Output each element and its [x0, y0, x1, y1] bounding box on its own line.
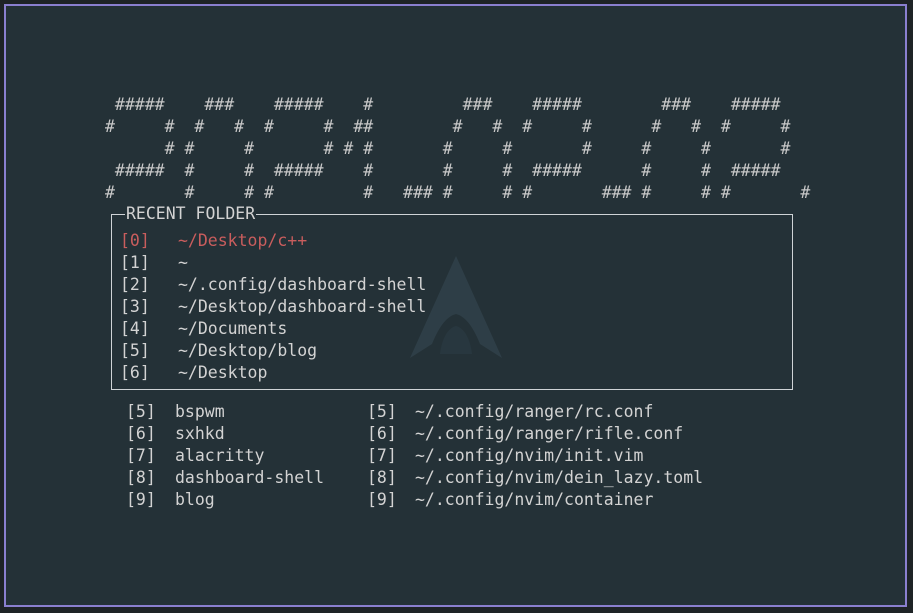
- item-label: ~/.config/nvim/container: [415, 490, 654, 509]
- recent-folder-item[interactable]: [6] ~/Desktop: [120, 362, 426, 384]
- bookmark-item[interactable]: [6] ~/.config/ranger/rifle.conf: [367, 423, 703, 445]
- item-index: [3]: [120, 297, 150, 316]
- banner-line: ##### # # ##### # # # ##### # # #####: [105, 161, 781, 180]
- item-path: ~/Desktop: [178, 363, 268, 382]
- recent-folder-list: [0] ~/Desktop/c++ [1] ~ [2] ~/.config/dashb…: [120, 230, 426, 384]
- item-index: [8]: [367, 468, 397, 487]
- item-index: [2]: [120, 275, 150, 294]
- bookmark-item[interactable]: [8] ~/.config/nvim/dein_lazy.toml: [367, 467, 703, 489]
- item-label: ~/.config/ranger/rifle.conf: [415, 424, 684, 443]
- item-index: [6]: [120, 363, 150, 382]
- item-path: ~/.config/dashboard-shell: [178, 275, 427, 294]
- recent-folder-item[interactable]: [2] ~/.config/dashboard-shell: [120, 274, 426, 296]
- item-index: [1]: [120, 253, 150, 272]
- item-label: ~/.config/nvim/dein_lazy.toml: [415, 468, 704, 487]
- item-label: blog: [175, 490, 215, 509]
- recent-folder-item[interactable]: [3] ~/Desktop/dashboard-shell: [120, 296, 426, 318]
- terminal-content: ##### ### ##### # ### ##### ### ##### # …: [6, 6, 905, 605]
- bookmark-item[interactable]: [7] alacritty: [126, 445, 324, 467]
- item-label: sxhkd: [175, 424, 225, 443]
- item-path: ~/Documents: [178, 319, 288, 338]
- item-index: [6]: [367, 424, 397, 443]
- bookmark-item[interactable]: [8] dashboard-shell: [126, 467, 324, 489]
- item-index: [5]: [120, 341, 150, 360]
- item-index: [7]: [126, 446, 156, 465]
- item-index: [6]: [126, 424, 156, 443]
- ascii-banner: ##### ### ##### # ### ##### ### ##### # …: [105, 94, 810, 204]
- item-label: ~/.config/nvim/init.vim: [415, 446, 644, 465]
- item-index: [5]: [367, 402, 397, 421]
- banner-line: # # # # # # # # # # # #: [105, 139, 791, 158]
- bookmark-item[interactable]: [5] bspwm: [126, 401, 324, 423]
- item-index: [0]: [120, 231, 150, 250]
- recent-folder-title: RECENT FOLDER: [125, 204, 257, 224]
- bookmark-list-right: [5] ~/.config/ranger/rc.conf [6] ~/.config…: [367, 401, 703, 511]
- item-path: ~/Desktop/blog: [178, 341, 318, 360]
- item-index: [8]: [126, 468, 156, 487]
- item-label: ~/.config/ranger/rc.conf: [415, 402, 654, 421]
- item-index: [9]: [367, 490, 397, 509]
- terminal-window: ##### ### ##### # ### ##### ### ##### # …: [4, 4, 907, 607]
- bookmark-item[interactable]: [6] sxhkd: [126, 423, 324, 445]
- item-label: alacritty: [175, 446, 265, 465]
- recent-folder-item[interactable]: [0] ~/Desktop/c++: [120, 230, 426, 252]
- recent-folder-item[interactable]: [1] ~: [120, 252, 426, 274]
- item-path: ~/Desktop/c++: [178, 231, 308, 250]
- bookmark-item[interactable]: [9] blog: [126, 489, 324, 511]
- banner-line: # # # # # # ## # # # # # # # #: [105, 117, 791, 136]
- recent-folder-item[interactable]: [5] ~/Desktop/blog: [120, 340, 426, 362]
- bookmark-item[interactable]: [9] ~/.config/nvim/container: [367, 489, 703, 511]
- bookmark-list-left: [5] bspwm [6] sxhkd [7] alacritty [8] dashbo…: [126, 401, 324, 511]
- bookmark-item[interactable]: [7] ~/.config/nvim/init.vim: [367, 445, 703, 467]
- item-index: [9]: [126, 490, 156, 509]
- item-path: ~: [178, 253, 188, 272]
- banner-line: ##### ### ##### # ### ##### ### #####: [105, 95, 781, 114]
- recent-folder-item[interactable]: [4] ~/Documents: [120, 318, 426, 340]
- item-label: dashboard-shell: [175, 468, 325, 487]
- item-index: [4]: [120, 319, 150, 338]
- item-index: [7]: [367, 446, 397, 465]
- item-index: [5]: [126, 402, 156, 421]
- bookmark-item[interactable]: [5] ~/.config/ranger/rc.conf: [367, 401, 703, 423]
- recent-folder-panel: RECENT FOLDER [0] ~/Desktop/c++ [1] ~ [2] ~…: [111, 204, 793, 390]
- item-label: bspwm: [175, 402, 225, 421]
- item-path: ~/Desktop/dashboard-shell: [178, 297, 427, 316]
- banner-line: # # # # # ### # # # ### # # # #: [105, 183, 811, 202]
